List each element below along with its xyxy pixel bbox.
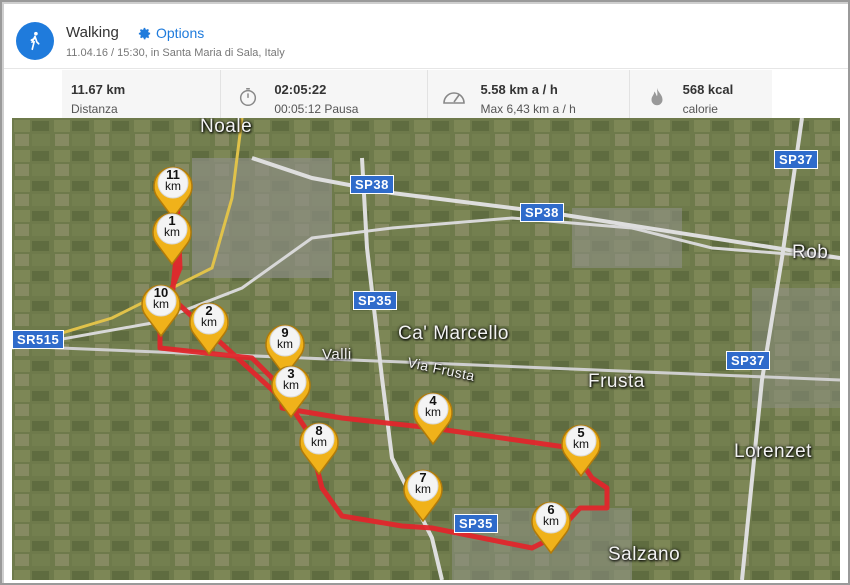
place-label: Rob bbox=[792, 242, 829, 263]
marker-km-unit: km bbox=[165, 179, 181, 193]
road-badge: SR515 bbox=[12, 330, 65, 349]
km-marker[interactable]: 2 km bbox=[184, 296, 234, 356]
stat-calories: 568 kcal calorie bbox=[630, 70, 772, 118]
speedometer-icon bbox=[443, 92, 466, 104]
road-badge: SP35 bbox=[353, 291, 397, 310]
stat-label: Distanza bbox=[71, 102, 118, 116]
km-marker[interactable]: 4 km bbox=[408, 386, 458, 446]
gear-icon bbox=[138, 27, 151, 39]
options-label: Options bbox=[156, 25, 205, 41]
marker-km-unit: km bbox=[164, 225, 180, 239]
stat-value: 5.58 km a / h bbox=[480, 82, 558, 97]
road-badge: SP38 bbox=[350, 175, 394, 194]
activity-header: Walking Options 11.04.16 / 15:30, in San… bbox=[0, 0, 850, 70]
marker-km-unit: km bbox=[283, 378, 299, 392]
stat-label: calorie bbox=[682, 102, 718, 116]
marker-km-unit: km bbox=[543, 514, 559, 528]
marker-km-unit: km bbox=[277, 337, 293, 351]
km-marker[interactable]: 6 km bbox=[526, 495, 576, 555]
road-badge: SP37 bbox=[726, 351, 770, 370]
stat-value: 568 kcal bbox=[682, 82, 734, 97]
marker-km-unit: km bbox=[415, 482, 431, 496]
road-badge: SP35 bbox=[454, 514, 498, 533]
activity-title: Walking bbox=[66, 24, 119, 41]
route-map[interactable]: Noale Ca' Marcello Frusta Lorenzet Salza… bbox=[12, 118, 840, 580]
options-button[interactable]: Options bbox=[137, 25, 204, 41]
road-badge: SP38 bbox=[520, 203, 564, 222]
stat-distance: 11.67 km Distanza bbox=[62, 70, 222, 118]
stat-value: 11.67 km bbox=[71, 82, 126, 97]
marker-km-unit: km bbox=[573, 437, 589, 451]
place-label: Salzano bbox=[608, 544, 681, 565]
stat-label: 00:05:12 Pausa bbox=[274, 102, 359, 116]
km-marker[interactable]: 8 km bbox=[294, 416, 344, 476]
marker-km-unit: km bbox=[201, 315, 217, 329]
marker-km-unit: km bbox=[311, 435, 327, 449]
place-label: Ca' Marcello bbox=[398, 323, 509, 344]
marker-km-unit: km bbox=[425, 405, 441, 419]
place-label: Lorenzet bbox=[734, 441, 812, 462]
km-marker[interactable]: 10 km bbox=[136, 278, 186, 338]
road-badge: SP37 bbox=[774, 150, 818, 169]
place-label: Valli bbox=[322, 346, 352, 363]
stat-value: 02:05:22 bbox=[274, 82, 327, 97]
stat-speed: 5.58 km a / h Max 6,43 km a / h bbox=[428, 70, 630, 118]
stat-duration: 02:05:22 00:05:12 Pausa bbox=[221, 70, 429, 118]
stats-bar: 11.67 km Distanza 02:05:22 00:05:12 Paus… bbox=[62, 70, 772, 118]
km-marker[interactable]: 7 km bbox=[398, 463, 448, 523]
divider bbox=[0, 68, 850, 69]
activity-subtitle: 11.04.16 / 15:30, in Santa Maria di Sala… bbox=[66, 47, 285, 59]
km-marker[interactable]: 1 km bbox=[147, 206, 197, 266]
flame-icon bbox=[651, 87, 663, 106]
km-marker[interactable]: 5 km bbox=[556, 418, 606, 478]
marker-km-unit: km bbox=[153, 297, 169, 311]
walking-icon bbox=[16, 22, 54, 60]
km-marker[interactable]: 3 km bbox=[266, 359, 316, 419]
stopwatch-icon bbox=[240, 88, 257, 106]
place-label: Noale bbox=[200, 118, 253, 137]
place-label: Frusta bbox=[588, 371, 645, 392]
stat-label: Max 6,43 km a / h bbox=[480, 102, 576, 116]
